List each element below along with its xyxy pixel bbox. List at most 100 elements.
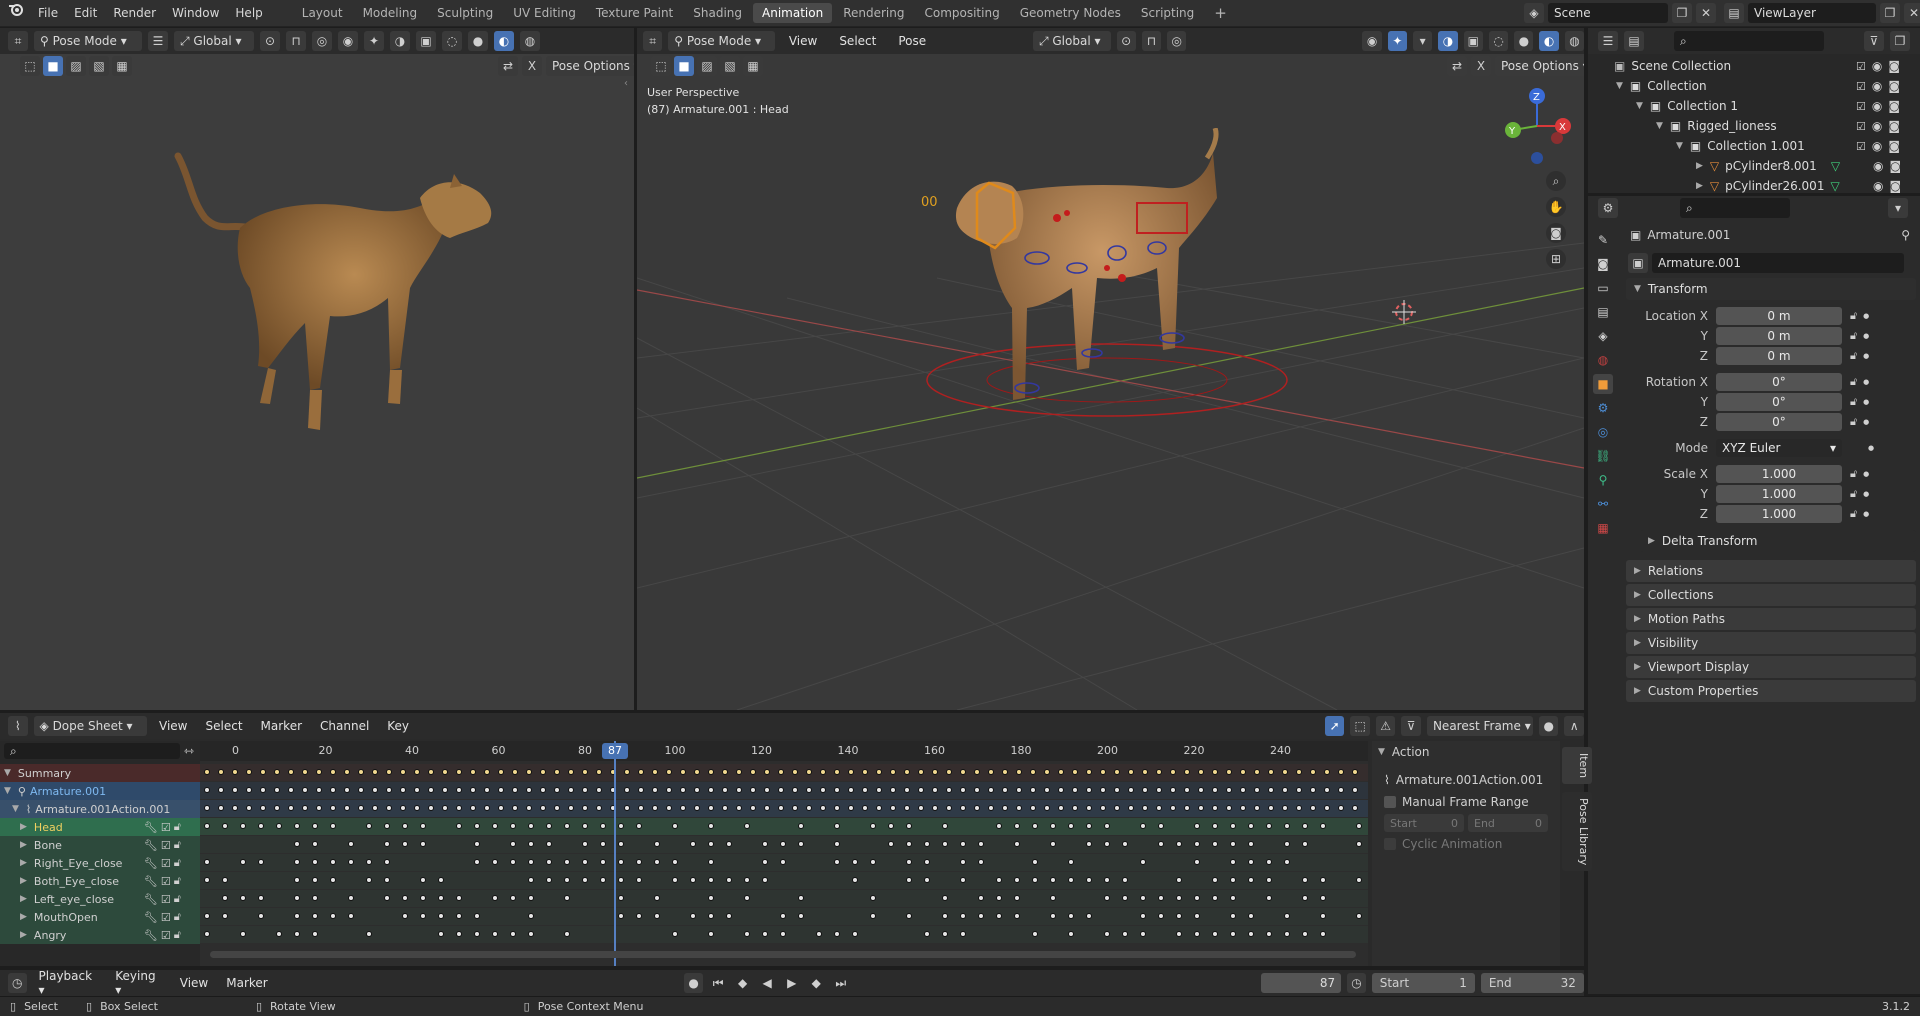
keyframe[interactable] bbox=[708, 841, 714, 847]
keyframe[interactable] bbox=[312, 877, 318, 883]
keyframe[interactable] bbox=[708, 859, 714, 865]
keyframe[interactable] bbox=[288, 805, 294, 811]
keyframe[interactable] bbox=[1194, 931, 1200, 937]
keyframe[interactable] bbox=[1140, 931, 1146, 937]
play-reverse-icon[interactable]: ◀ bbox=[758, 973, 777, 993]
keyframe[interactable] bbox=[1086, 841, 1092, 847]
keyframe[interactable] bbox=[762, 841, 768, 847]
pin-icon[interactable]: ⚲ bbox=[1901, 228, 1910, 242]
keyframe[interactable] bbox=[484, 805, 490, 811]
exclude-checkbox[interactable]: ☑ bbox=[1856, 80, 1866, 93]
keyframe[interactable] bbox=[1268, 787, 1274, 793]
keyframe[interactable] bbox=[420, 913, 426, 919]
expand-arrow-icon[interactable]: ▶ bbox=[1696, 161, 1703, 171]
3d-cursor-icon[interactable] bbox=[1392, 300, 1416, 324]
channel-summary[interactable]: ▼ Summary bbox=[0, 764, 200, 782]
keyframe[interactable] bbox=[1212, 877, 1218, 883]
keyframe[interactable] bbox=[596, 769, 602, 775]
keyframe[interactable] bbox=[672, 877, 678, 883]
keyframe[interactable] bbox=[978, 895, 984, 901]
keyframe[interactable] bbox=[1248, 913, 1254, 919]
keyframe[interactable] bbox=[932, 805, 938, 811]
lock-icon[interactable]: 🔓︎ bbox=[1850, 507, 1857, 521]
expand-arrow-icon[interactable]: ▼ bbox=[4, 768, 11, 778]
keyframe[interactable] bbox=[294, 841, 300, 847]
keyframe[interactable] bbox=[750, 769, 756, 775]
keyframe[interactable] bbox=[1230, 895, 1236, 901]
keyframe[interactable] bbox=[1030, 805, 1036, 811]
armature-data-tab-icon[interactable]: ⚲ bbox=[1593, 470, 1613, 490]
keyframe[interactable] bbox=[386, 769, 392, 775]
keyframe[interactable] bbox=[330, 805, 336, 811]
keyframe[interactable] bbox=[330, 877, 336, 883]
end-frame-field[interactable]: End 32 bbox=[1480, 973, 1584, 993]
keyframe[interactable] bbox=[638, 769, 644, 775]
keyframe[interactable] bbox=[1114, 769, 1120, 775]
keyframe[interactable] bbox=[402, 823, 408, 829]
collections-panel-header[interactable]: ▶ Collections bbox=[1626, 584, 1916, 606]
menu-render[interactable]: Render bbox=[105, 0, 164, 27]
keyframe[interactable] bbox=[492, 859, 498, 865]
dope-editor-type-icon[interactable]: ⌇ bbox=[8, 716, 28, 736]
keyframe[interactable] bbox=[904, 805, 910, 811]
checkbox-icon[interactable]: ☑ bbox=[161, 839, 171, 852]
keyframe[interactable] bbox=[1086, 769, 1092, 775]
keyframe[interactable] bbox=[624, 769, 630, 775]
keyframe[interactable] bbox=[834, 769, 840, 775]
keyframe[interactable] bbox=[1156, 769, 1162, 775]
keyframe[interactable] bbox=[1068, 823, 1074, 829]
delta-transform-subpanel[interactable]: ▶ Delta Transform bbox=[1640, 530, 1916, 552]
tab-geometry-nodes[interactable]: Geometry Nodes bbox=[1011, 3, 1130, 23]
keyframe[interactable] bbox=[456, 805, 462, 811]
play-icon[interactable]: ▶ bbox=[782, 973, 801, 993]
keyframe[interactable] bbox=[652, 805, 658, 811]
keyframe[interactable] bbox=[568, 787, 574, 793]
navigation-gizmo[interactable]: Z X Y bbox=[1497, 86, 1577, 166]
keyframe[interactable] bbox=[348, 913, 354, 919]
keyframe[interactable] bbox=[1014, 841, 1020, 847]
keyframe[interactable] bbox=[834, 859, 840, 865]
keyframe[interactable] bbox=[276, 931, 282, 937]
keyframe[interactable] bbox=[820, 787, 826, 793]
keyframe[interactable] bbox=[402, 841, 408, 847]
keyframe[interactable] bbox=[764, 787, 770, 793]
gizmo-toggle-icon[interactable]: ✦ bbox=[364, 31, 384, 51]
checkbox-icon[interactable]: ☑ bbox=[161, 929, 171, 942]
keyframe[interactable] bbox=[1268, 769, 1274, 775]
new-viewlayer-icon[interactable]: ❐ bbox=[1880, 3, 1900, 23]
keyframe[interactable] bbox=[762, 877, 768, 883]
keyframe[interactable] bbox=[344, 787, 350, 793]
keyframe[interactable] bbox=[780, 841, 786, 847]
keyframe[interactable] bbox=[960, 859, 966, 865]
channel-armature[interactable]: ▼ ⚲ Armature.001 bbox=[0, 782, 200, 800]
keyframe[interactable] bbox=[924, 877, 930, 883]
keyframe[interactable] bbox=[960, 787, 966, 793]
keyframe-dot-icon[interactable]: ● bbox=[1863, 490, 1869, 498]
keyframe[interactable] bbox=[1140, 913, 1146, 919]
outliner-filter-icon[interactable]: ⊽ bbox=[1864, 31, 1884, 51]
keyframe[interactable] bbox=[978, 859, 984, 865]
keyframe[interactable] bbox=[870, 823, 876, 829]
current-frame-field[interactable]: 87 bbox=[1260, 973, 1342, 993]
expand-arrow-icon[interactable]: ▶ bbox=[20, 840, 27, 850]
keyframe[interactable] bbox=[1226, 805, 1232, 811]
keyframe[interactable] bbox=[484, 769, 490, 775]
keyframe[interactable] bbox=[1016, 787, 1022, 793]
eye-icon[interactable]: ◉ bbox=[1872, 119, 1882, 133]
keyframe[interactable] bbox=[1352, 769, 1358, 775]
properties-editor-type-icon[interactable]: ⚙ bbox=[1598, 198, 1618, 218]
keyframe[interactable] bbox=[690, 841, 696, 847]
keyframe[interactable] bbox=[564, 895, 570, 901]
keyframe[interactable] bbox=[1302, 931, 1308, 937]
keyframe[interactable] bbox=[1122, 895, 1128, 901]
keyframe[interactable] bbox=[862, 787, 868, 793]
keyframe[interactable] bbox=[540, 805, 546, 811]
exclude-checkbox[interactable]: ☑ bbox=[1856, 120, 1866, 133]
keyframe[interactable] bbox=[960, 913, 966, 919]
keyframe[interactable] bbox=[470, 769, 476, 775]
delete-viewlayer-icon[interactable]: ✕ bbox=[1904, 3, 1920, 23]
timeline-menu-keying[interactable]: Keying ▾ bbox=[109, 969, 167, 997]
keyframe[interactable] bbox=[960, 769, 966, 775]
keyframe[interactable] bbox=[780, 913, 786, 919]
expand-arrow-icon[interactable]: ▼ bbox=[1656, 121, 1663, 131]
